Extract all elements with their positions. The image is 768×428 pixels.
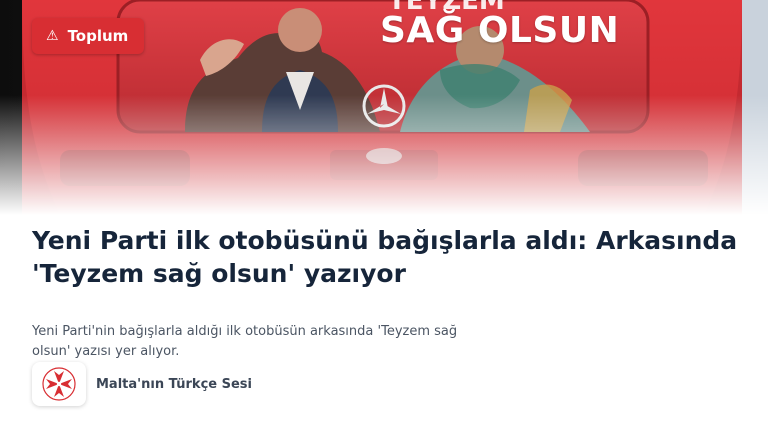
source-name[interactable]: Malta'nın Türkçe Sesi	[96, 377, 252, 392]
article-headline[interactable]: Yeni Parti ilk otobüsünü bağışlarla aldı…	[32, 224, 742, 290]
hero-fade	[0, 95, 768, 215]
category-label: Toplum	[67, 27, 129, 45]
source-logo	[32, 362, 86, 406]
bus-caption: SAĞ OLSUN	[380, 10, 620, 51]
warning-icon: ⚠	[46, 28, 59, 44]
article-summary: Yeni Parti'nin bağışlarla aldığı ilk oto…	[32, 324, 458, 359]
category-badge[interactable]: ⚠ Toplum	[32, 18, 145, 54]
hero-image[interactable]: TEYZEM SAĞ OLSUN ⚠ Toplum	[0, 0, 768, 215]
news-card[interactable]: TEYZEM SAĞ OLSUN ⚠ Toplum Yeni Parti ilk…	[0, 0, 768, 428]
source-attribution[interactable]: Malta'nın Türkçe Sesi	[32, 362, 252, 406]
maltese-cross-icon	[42, 367, 76, 401]
